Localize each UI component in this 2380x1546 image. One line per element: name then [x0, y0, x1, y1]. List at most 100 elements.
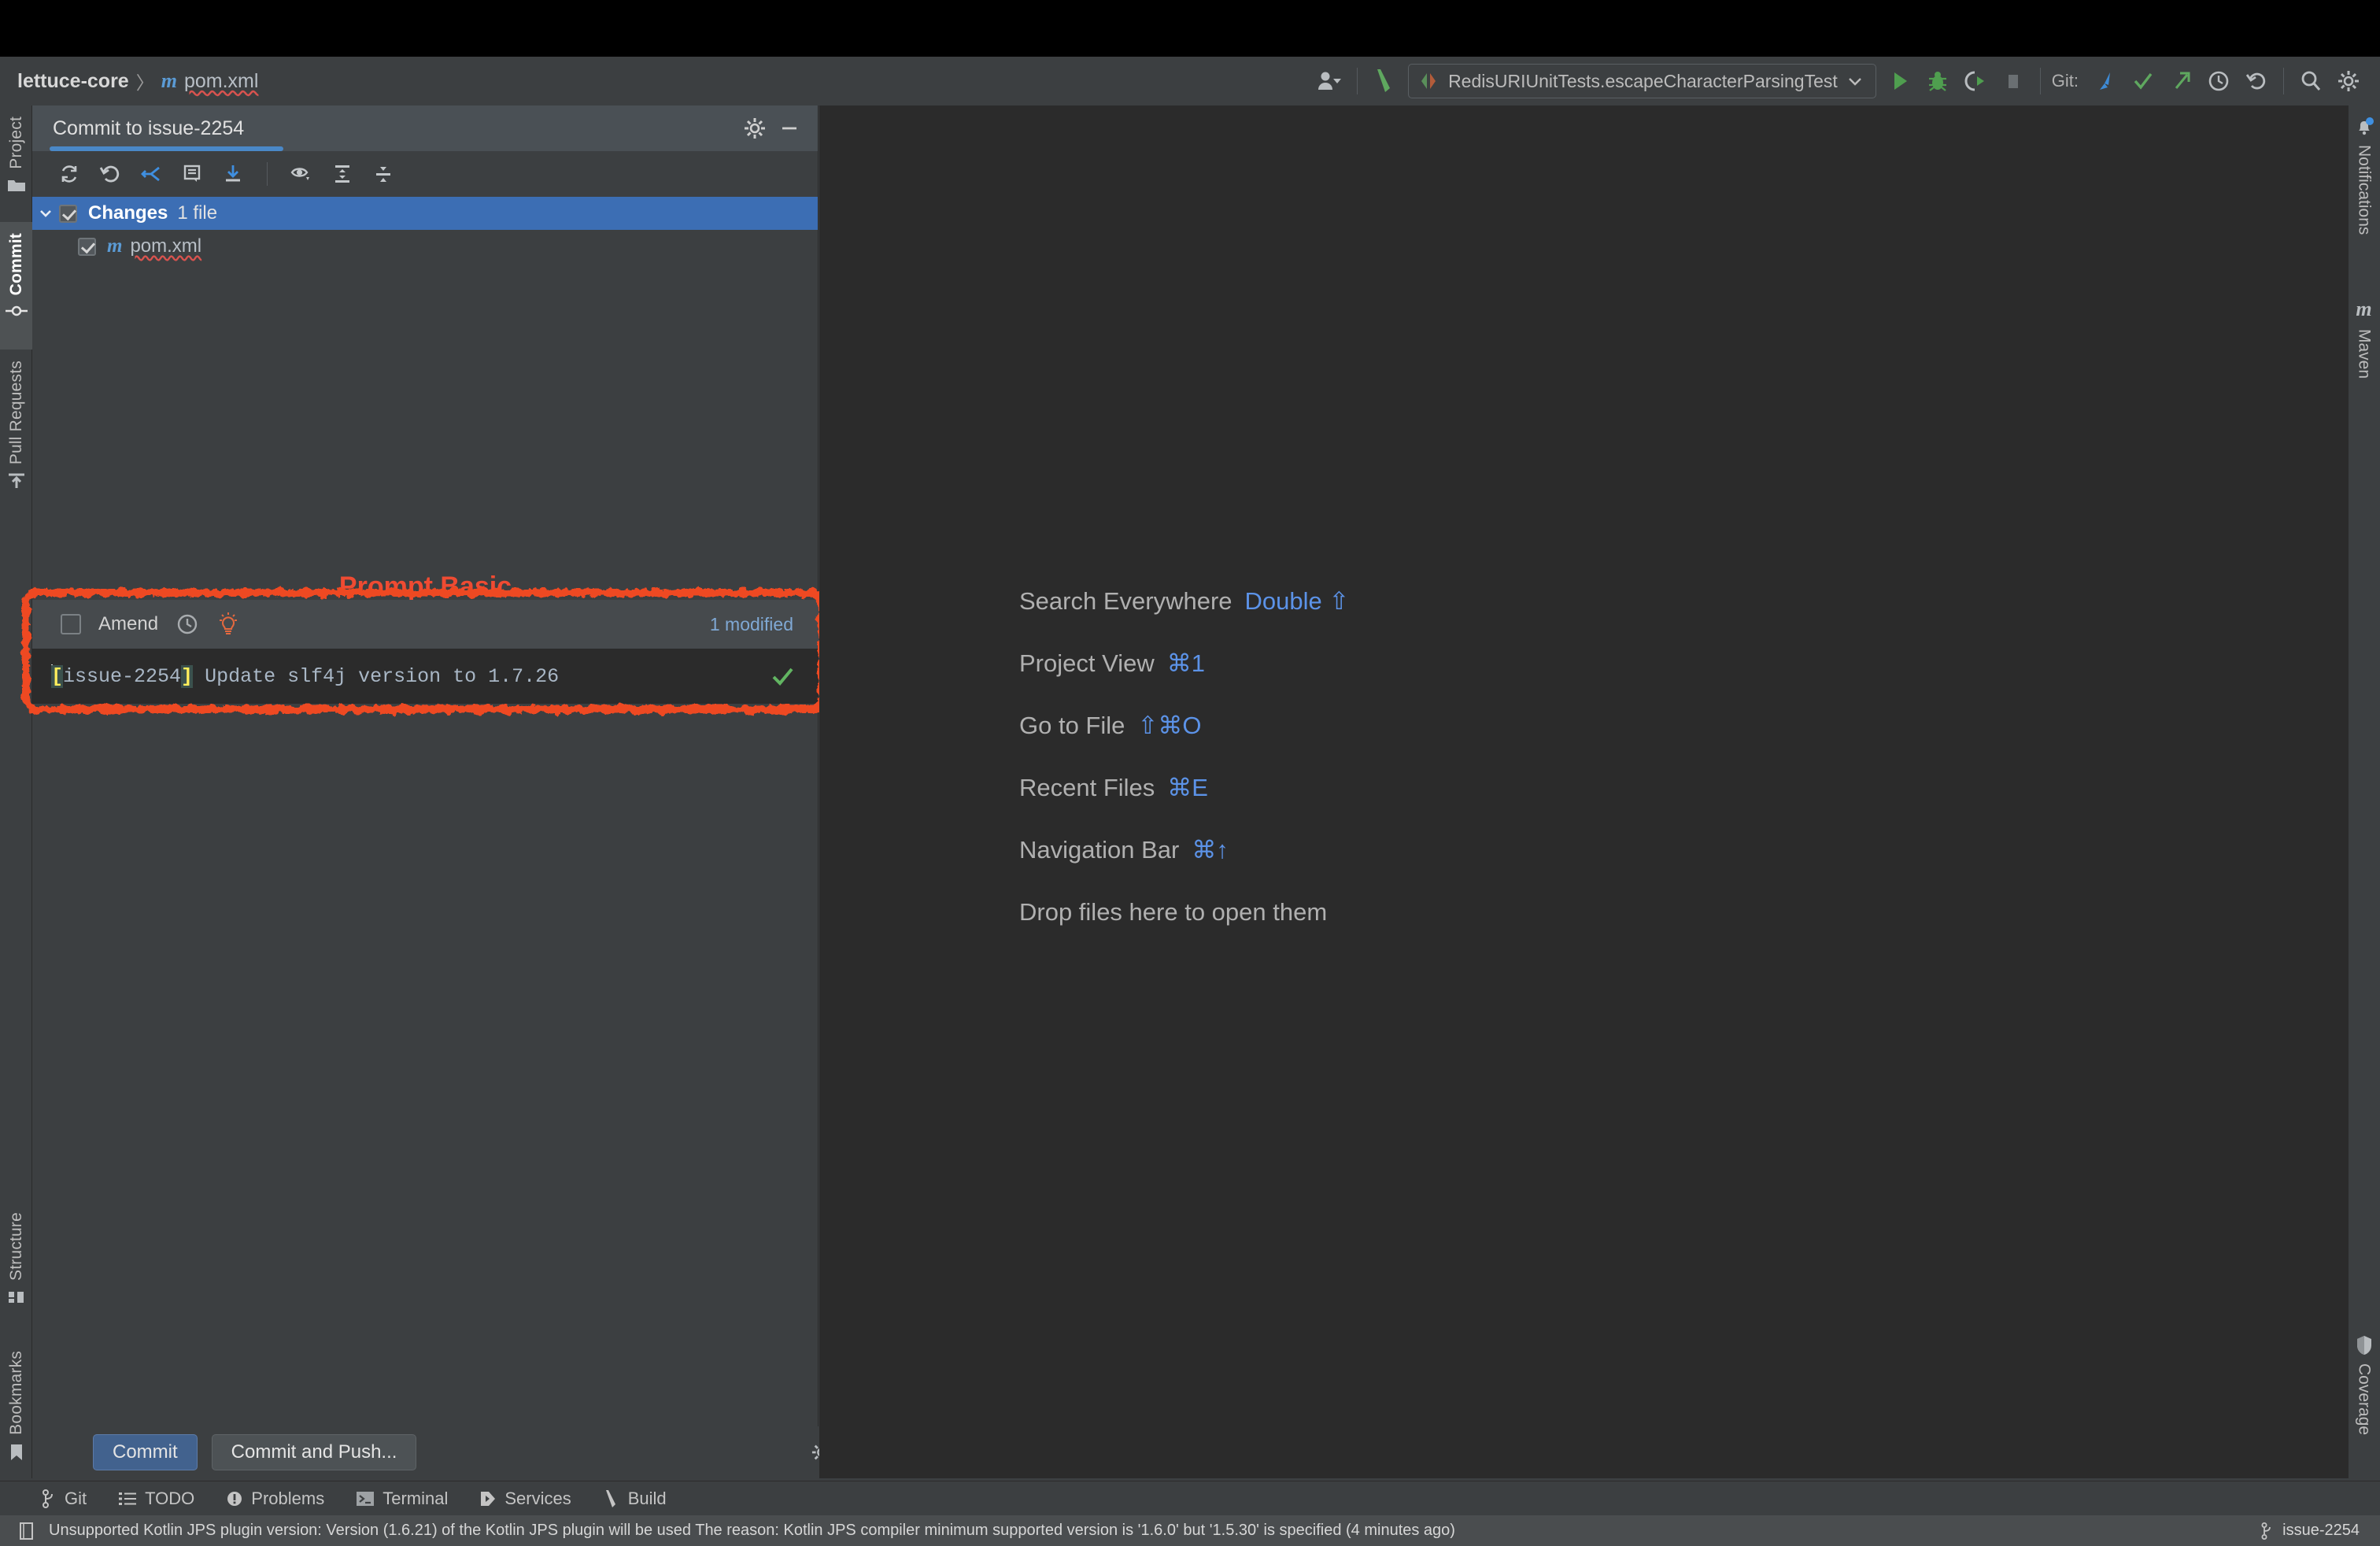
file-checkbox[interactable] — [78, 238, 96, 256]
amend-checkbox[interactable] — [61, 614, 81, 634]
settings-gear-icon[interactable] — [2330, 62, 2367, 100]
maven-file-icon: m — [161, 69, 177, 93]
minimize-icon[interactable] — [778, 117, 800, 139]
bottom-item-label: Problems — [251, 1489, 324, 1509]
show-diff-icon[interactable] — [174, 156, 210, 192]
commit-and-push-button[interactable]: Commit and Push... — [212, 1434, 417, 1470]
commit-window-title: Commit to issue-2254 — [53, 117, 244, 140]
changes-root-checkbox[interactable] — [59, 205, 77, 223]
user-avatar-icon[interactable] — [1311, 62, 1349, 100]
sidebar-item-label: Maven — [2355, 329, 2374, 379]
sidebar-item-label: Structure — [7, 1212, 26, 1281]
bottom-item-terminal[interactable]: Terminal — [356, 1489, 448, 1509]
run-configuration-selector[interactable]: RedisURIUnitTests.escapeCharacterParsing… — [1408, 64, 1876, 98]
notification-doc-icon[interactable] — [19, 1522, 35, 1540]
sidebar-item-pull-requests[interactable]: Pull Requests — [0, 350, 32, 531]
window-title-bar — [0, 0, 2380, 57]
run-with-coverage-icon[interactable] — [1957, 62, 1994, 100]
sidebar-item-coverage[interactable]: Coverage — [2348, 1324, 2380, 1474]
sidebar-item-label: Project — [7, 117, 26, 169]
toolbar-actions: RedisURIUnitTests.escapeCharacterParsing… — [1311, 62, 2380, 100]
breadcrumb-project[interactable]: lettuce-core — [17, 70, 129, 93]
chevron-down-icon[interactable] — [32, 208, 59, 219]
toolbar-divider-3 — [2283, 68, 2284, 94]
shield-icon — [2356, 1335, 2373, 1356]
expand-all-icon[interactable] — [324, 156, 360, 192]
shortcut-name: Navigation Bar — [1019, 836, 1179, 864]
sidebar-item-label: Coverage — [2355, 1363, 2374, 1435]
preview-eye-icon[interactable] — [283, 156, 320, 192]
toolbar-divider-2 — [2040, 68, 2041, 94]
breadcrumb[interactable]: lettuce-core 〉 m pom.xml — [17, 68, 258, 94]
build-hammer-icon — [603, 1489, 620, 1508]
run-icon[interactable] — [1881, 62, 1919, 100]
maven-file-icon: m — [107, 235, 122, 257]
problems-icon — [226, 1490, 243, 1507]
shortcut-key: ⌘1 — [1167, 649, 1205, 678]
structure-icon — [7, 1289, 26, 1306]
ide-window: lettuce-core 〉 m pom.xml — [0, 0, 2380, 1546]
history-clock-icon[interactable] — [176, 612, 199, 636]
bell-icon — [2354, 117, 2374, 137]
bottom-item-todo[interactable]: TODO — [118, 1489, 194, 1509]
run-configuration-label: RedisURIUnitTests.escapeCharacterParsing… — [1448, 71, 1838, 92]
stop-icon[interactable] — [1994, 62, 2032, 100]
list-item: Project View ⌘1 — [1019, 649, 1349, 678]
collapse-all-icon[interactable] — [365, 156, 401, 192]
shortcut-key: Double ⇧ — [1245, 587, 1350, 616]
bottom-item-problems[interactable]: Problems — [226, 1489, 324, 1509]
search-icon[interactable] — [2292, 62, 2330, 100]
annotation-line-1: Prompt Basic — [32, 570, 819, 605]
commit-toolbar — [32, 151, 818, 197]
table-row[interactable]: m pom.xml — [32, 230, 818, 263]
maven-m-icon: m — [2356, 298, 2371, 321]
sidebar-item-project[interactable]: Project — [0, 105, 32, 222]
file-name[interactable]: pom.xml — [130, 235, 201, 257]
table-row[interactable]: Changes 1 file — [32, 197, 818, 230]
shortcut-key: ⌘E — [1167, 774, 1208, 802]
main-toolbar: lettuce-core 〉 m pom.xml — [0, 57, 2380, 105]
push-icon[interactable] — [2162, 62, 2200, 100]
refresh-icon[interactable] — [51, 156, 87, 192]
list-item: Navigation Bar ⌘↑ — [1019, 836, 1349, 864]
commit-assistant-bulb-icon[interactable] — [216, 612, 240, 637]
status-bar-branch[interactable]: issue-2254 — [2260, 1522, 2380, 1540]
breadcrumb-file[interactable]: pom.xml — [184, 70, 258, 93]
sidebar-item-maven[interactable]: m Maven — [2348, 287, 2380, 405]
shortcut-key: ⌘↑ — [1192, 836, 1229, 864]
bottom-tool-bar: Git TODO Problems — [0, 1481, 2380, 1515]
git-branch-icon — [2260, 1522, 2275, 1540]
commit-node-icon — [6, 303, 28, 319]
shortcut-hints: Search Everywhere Double ⇧ Project View … — [1019, 587, 1349, 960]
status-bar-message[interactable]: Unsupported Kotlin JPS plugin version: V… — [49, 1522, 1455, 1540]
sidebar-item-structure[interactable]: Structure — [0, 1201, 32, 1340]
bottom-item-services[interactable]: Services — [479, 1489, 571, 1509]
rollback-icon[interactable] — [92, 156, 128, 192]
git-branch-icon — [41, 1489, 57, 1508]
history-icon[interactable] — [2200, 62, 2238, 100]
bottom-item-label: Build — [628, 1489, 667, 1509]
sidebar-item-commit[interactable]: Commit — [0, 222, 32, 350]
shortcut-key: ⇧⌘O — [1137, 712, 1201, 740]
bottom-item-label: TODO — [145, 1489, 194, 1509]
sidebar-item-notifications[interactable]: Notifications — [2348, 105, 2380, 279]
commit-button[interactable]: Commit — [93, 1434, 198, 1470]
commit-message-input[interactable]: [issue-2254] Update slf4j version to 1.7… — [32, 649, 819, 704]
breadcrumb-separator-icon: 〉 — [136, 68, 154, 94]
get-from-vcs-icon[interactable] — [215, 156, 251, 192]
debug-icon[interactable] — [1919, 62, 1957, 100]
commit-check-icon[interactable] — [2124, 62, 2162, 100]
amend-bar: Amend 1 modified — [32, 600, 819, 649]
bottom-item-build[interactable]: Build — [603, 1489, 667, 1509]
bottom-item-git[interactable]: Git — [41, 1489, 87, 1509]
settings-gear-icon[interactable] — [744, 117, 766, 139]
sidebar-item-bookmarks[interactable]: Bookmarks — [0, 1340, 32, 1486]
rollback-icon[interactable] — [2238, 62, 2275, 100]
commit-message-rest: Update slf4j version to 1.7.26 — [193, 665, 559, 688]
bookmark-icon — [9, 1443, 24, 1462]
collapse-to-selection-icon[interactable] — [133, 156, 169, 192]
bottom-item-label: Services — [504, 1489, 571, 1509]
update-project-icon[interactable] — [2086, 62, 2124, 100]
bottom-item-label: Terminal — [382, 1489, 448, 1509]
build-hammer-icon[interactable] — [1366, 62, 1403, 100]
